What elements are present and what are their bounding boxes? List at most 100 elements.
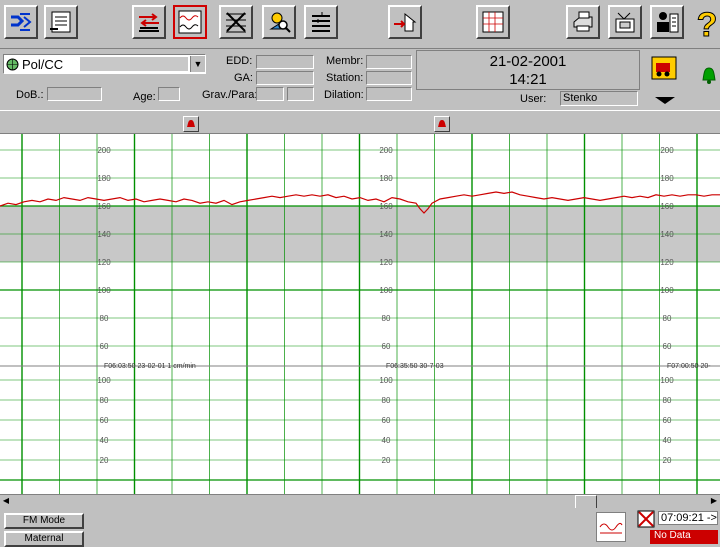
time-annotation: F07:00:50 20- <box>667 363 711 370</box>
dob-label: DoB.: <box>16 89 44 101</box>
fhr-tick-label: 200 <box>379 146 393 155</box>
event-marker[interactable] <box>183 116 199 132</box>
membr-label: Membr: <box>326 55 364 67</box>
fhr-tick-label: 120 <box>660 258 674 267</box>
search-person-button[interactable] <box>262 5 296 39</box>
list-edit-button[interactable] <box>304 5 338 39</box>
dropdown-arrow-button[interactable] <box>650 93 680 107</box>
user-field[interactable]: Stenko <box>560 91 638 106</box>
fhr-tick-label: 60 <box>100 342 109 351</box>
time-value: 14:21 <box>509 71 547 88</box>
ctg-chart: 200 200 200 180 180 180 160 160 160 140 140 140 120 1… <box>0 134 720 494</box>
uc-tick-label: 100 <box>97 376 111 385</box>
station-label: Station: <box>326 72 364 84</box>
user-settings-button[interactable] <box>650 5 684 39</box>
dob-field[interactable] <box>47 87 102 101</box>
dilation-field[interactable] <box>366 87 412 101</box>
uc-tick-label: 60 <box>663 416 672 425</box>
triangle-down-icon <box>655 97 675 104</box>
signal-in-icon <box>11 13 32 31</box>
signal-in-button[interactable] <box>4 5 38 39</box>
help-icon: ? <box>696 6 718 45</box>
grid-report-icon <box>482 11 504 33</box>
bed-arrows-button[interactable] <box>132 5 166 39</box>
no-signal-button[interactable] <box>637 510 655 528</box>
uc-tick-label: 20 <box>663 456 672 465</box>
scroll-thumb[interactable] <box>575 495 597 509</box>
svg-text:?: ? <box>697 6 718 44</box>
bed-arrows-icon <box>139 13 159 32</box>
horizontal-scrollbar[interactable]: ◀ ▶ <box>0 494 720 509</box>
time-annotation: F06:03:50 23-02-01 1 cm/min <box>104 363 196 370</box>
fhr-tick-label: 200 <box>660 146 674 155</box>
fhr-tick-label: 140 <box>660 230 674 239</box>
no-signal-icon <box>637 510 655 528</box>
patient-select[interactable]: Pol/CC ▼ <box>3 54 206 74</box>
uc-tick-label: 60 <box>100 416 109 425</box>
house-arrow-button[interactable] <box>388 5 422 39</box>
bell-icon <box>187 120 195 127</box>
fhr-tick-label: 140 <box>379 230 393 239</box>
para-field[interactable] <box>287 87 314 101</box>
patient-name-value: Pol/CC <box>22 57 64 72</box>
trace-view-button[interactable] <box>173 5 207 39</box>
event-marker[interactable] <box>434 116 450 132</box>
fhr-tick-label: 200 <box>97 146 111 155</box>
uc-tick-label: 100 <box>660 376 674 385</box>
uc-tick-label: 40 <box>663 436 672 445</box>
train-icon <box>651 56 677 80</box>
grav-field[interactable] <box>256 87 284 101</box>
house-arrow-icon <box>394 12 417 32</box>
fhr-tick-label: 180 <box>379 174 393 183</box>
age-field[interactable] <box>158 87 180 101</box>
transfer-button[interactable] <box>44 5 78 39</box>
uc-tick-label: 80 <box>100 396 109 405</box>
alarm-bell-button[interactable] <box>700 66 718 86</box>
bell-icon <box>702 67 716 84</box>
scroll-right-icon[interactable]: ▶ <box>708 495 720 507</box>
trace-status-button[interactable] <box>596 512 626 542</box>
chart-cross-button[interactable] <box>219 5 253 39</box>
printer-button[interactable] <box>566 5 600 39</box>
archive-icon <box>615 12 635 33</box>
search-person-icon <box>269 12 291 33</box>
user-label: User: <box>520 93 547 105</box>
patient-name-extra <box>80 57 188 71</box>
archive-button[interactable] <box>608 5 642 39</box>
trace-status-icon <box>599 522 623 534</box>
edd-label: EDD: <box>226 55 253 67</box>
uc-tick-label: 80 <box>382 396 391 405</box>
ctg-chart-svg: 200 200 200 180 180 180 160 160 160 140 140 140 120 1… <box>0 134 720 494</box>
transfer-icon <box>50 11 71 33</box>
membr-field[interactable] <box>366 55 412 69</box>
status-badge: No Data <box>650 530 718 544</box>
date-value: 21-02-2001 <box>489 53 567 70</box>
age-label: Age: <box>133 91 156 103</box>
uc-tick-label: 40 <box>382 436 391 445</box>
uc-tick-label: 60 <box>382 416 391 425</box>
scroll-left-icon[interactable]: ◀ <box>0 495 12 507</box>
uc-tick-label: 20 <box>100 456 109 465</box>
printer-icon <box>573 11 593 32</box>
fhr-tick-label: 80 <box>100 314 109 323</box>
user-settings-icon <box>657 12 679 33</box>
fhr-tick-label: 160 <box>660 202 674 211</box>
station-field[interactable] <box>366 71 412 85</box>
maternal-button[interactable]: Maternal <box>4 531 84 547</box>
fhr-tick-label: 100 <box>97 286 111 295</box>
uc-tick-label: 80 <box>663 396 672 405</box>
fhr-tick-label: 120 <box>97 258 111 267</box>
grid-report-button[interactable] <box>476 5 510 39</box>
fhr-tick-label: 60 <box>663 342 672 351</box>
train-button[interactable] <box>650 55 678 81</box>
fhr-tick-label: 60 <box>382 342 391 351</box>
chevron-down-icon[interactable]: ▼ <box>190 56 205 72</box>
ga-field[interactable] <box>256 71 314 85</box>
fm-mode-button[interactable]: FM Mode <box>4 513 84 529</box>
datetime-display: 21-02-2001 14:21 <box>416 50 640 90</box>
help-button[interactable]: ? <box>694 4 720 45</box>
edd-field[interactable] <box>256 55 314 69</box>
gravpara-label: Grav./Para: <box>202 89 258 101</box>
uc-tick-label: 20 <box>382 456 391 465</box>
fhr-tick-label: 140 <box>97 230 111 239</box>
